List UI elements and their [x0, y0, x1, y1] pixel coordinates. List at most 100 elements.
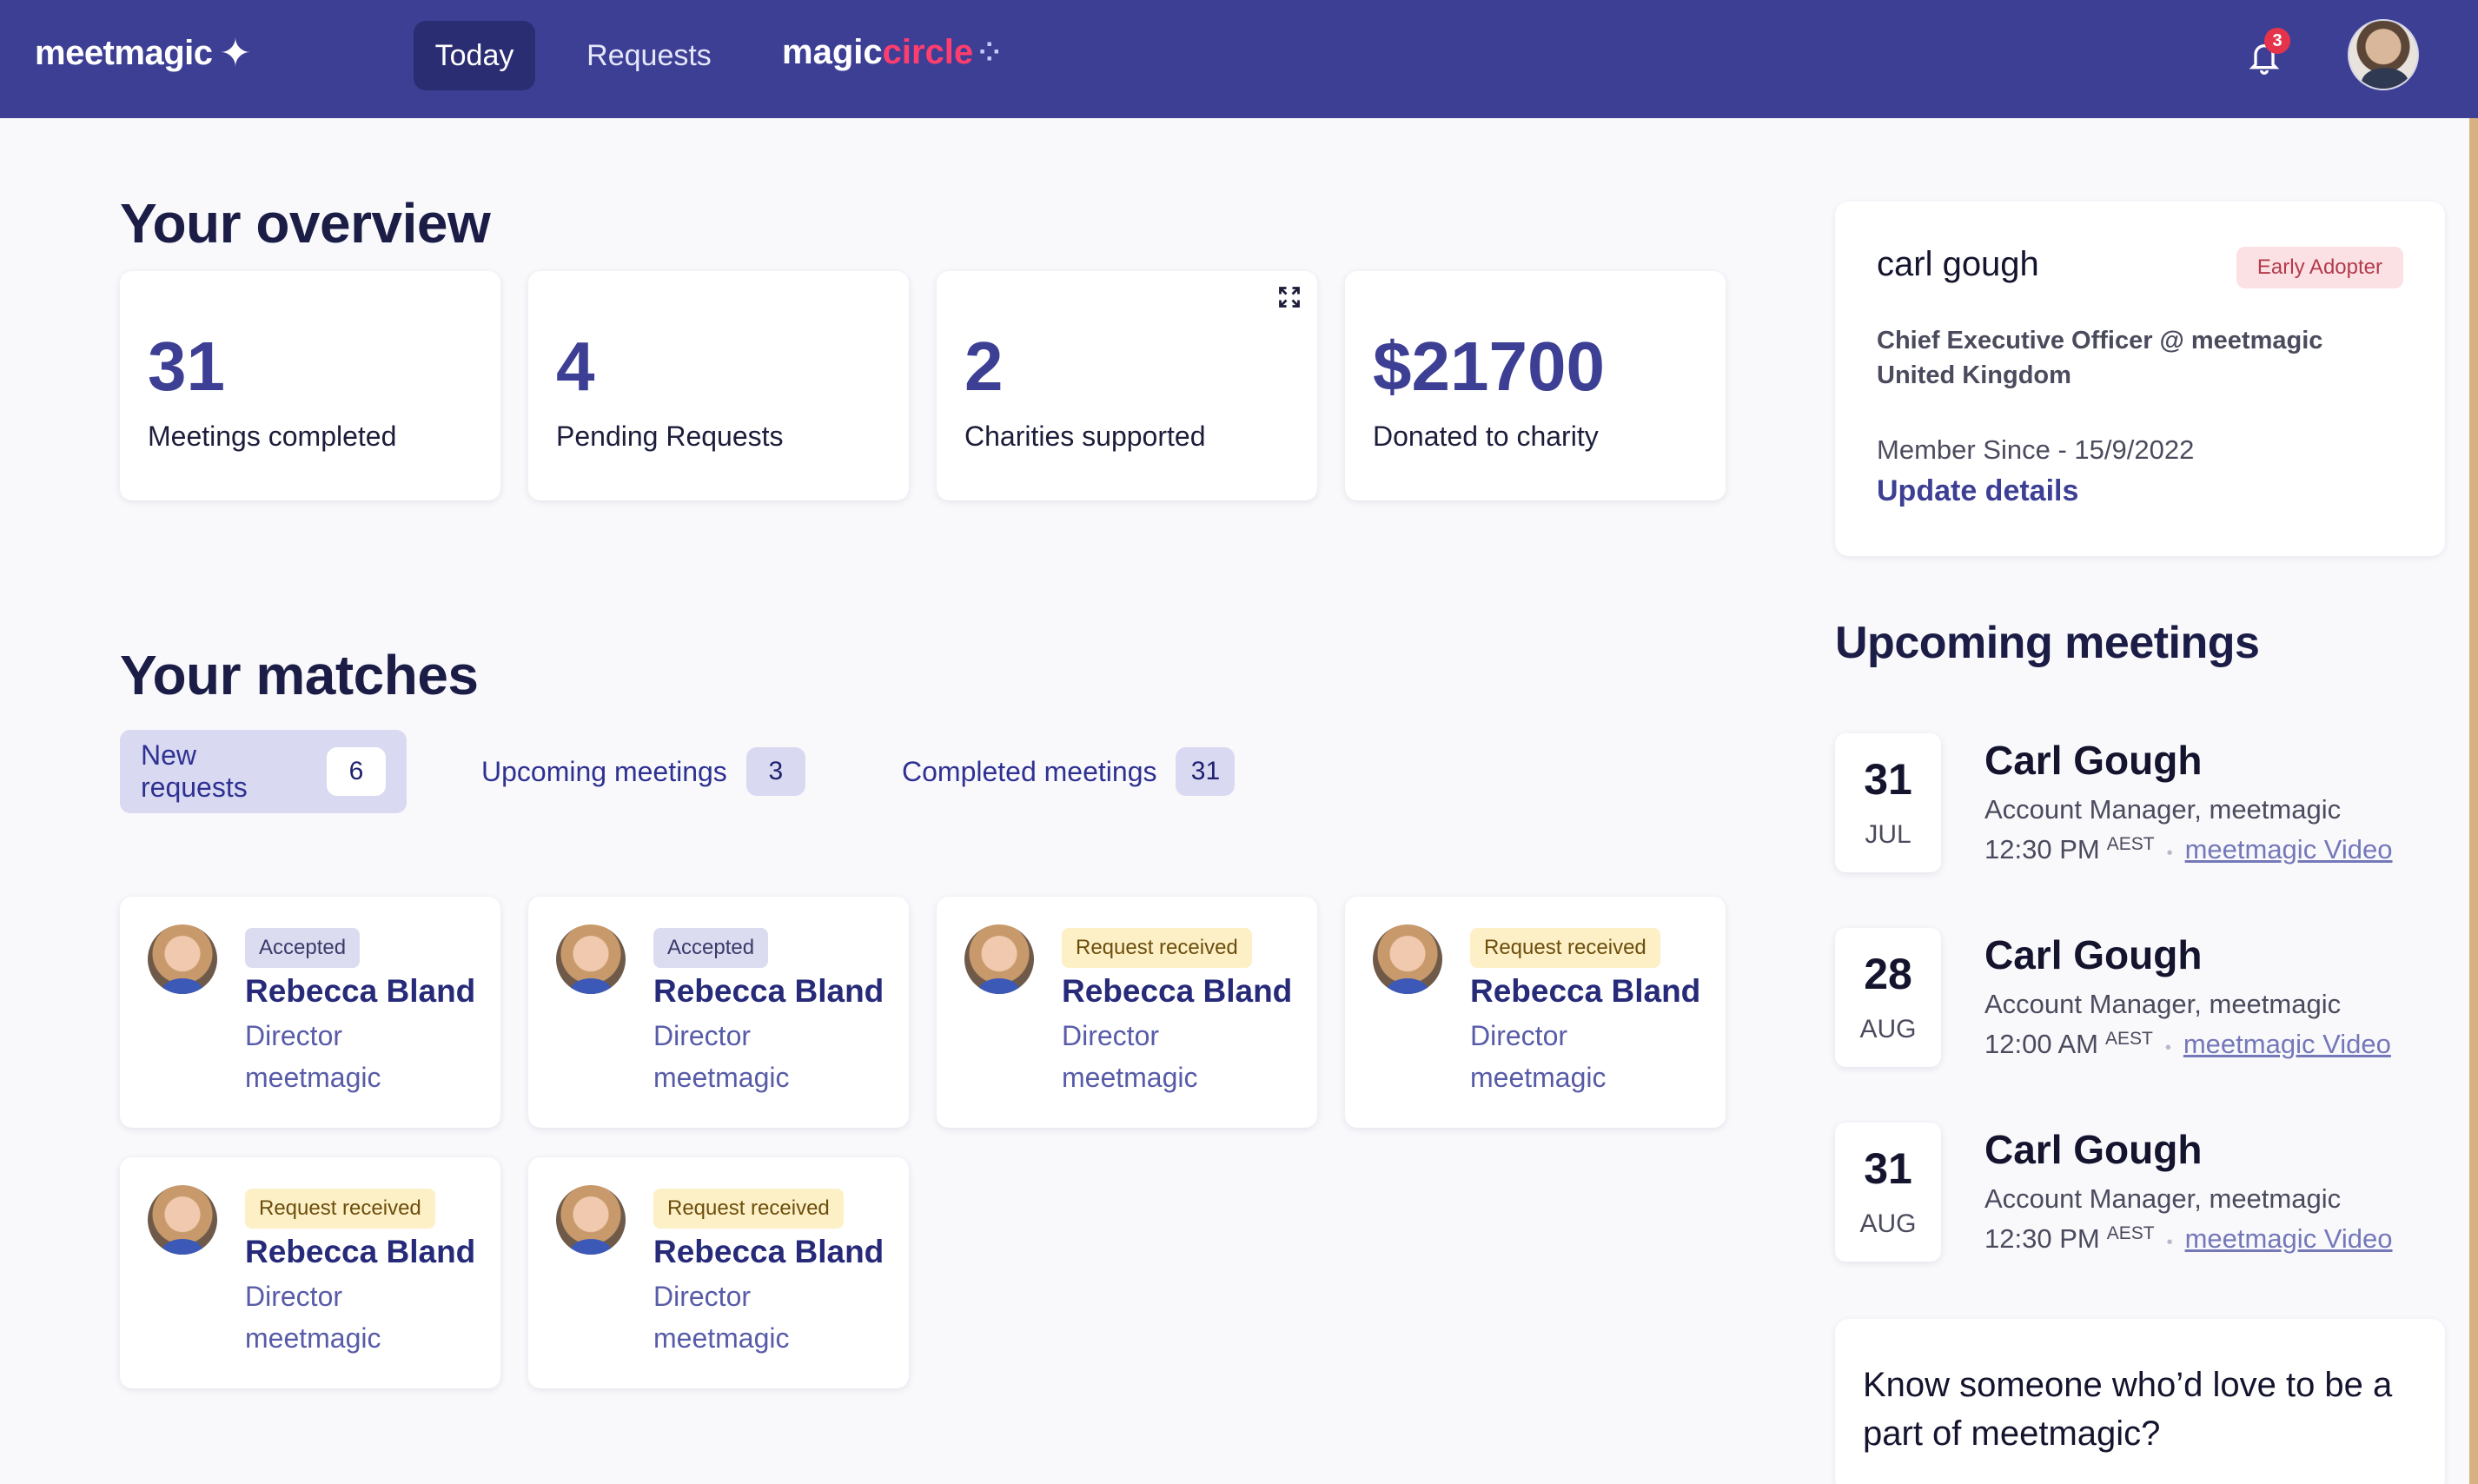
match-avatar — [1373, 924, 1442, 994]
profile-role-title: Chief Executive Officer @ meetmagic — [1877, 327, 2323, 354]
match-role: Director — [653, 1020, 752, 1051]
stat-label: Pending Requests — [556, 421, 784, 452]
match-role: Director — [1062, 1020, 1160, 1051]
match-name: Rebecca Bland — [245, 1234, 476, 1269]
meeting-time: 12:30 PM — [1984, 834, 2100, 865]
profile-name: carl gough — [1877, 245, 2039, 283]
dots-icon: ⁘ — [978, 38, 1003, 67]
tab-new-requests[interactable]: New requests 6 — [120, 730, 407, 813]
tab-upcoming-meetings[interactable]: Upcoming meetings 3 — [460, 730, 826, 813]
status-badge: Request received — [245, 1189, 435, 1229]
meeting-day: 31 — [1864, 1144, 1912, 1193]
separator-dot: • — [2166, 1233, 2173, 1252]
stat-card-charities: 2 Charities supported — [937, 271, 1317, 500]
match-avatar — [148, 1185, 217, 1255]
tab-completed-meetings[interactable]: Completed meetings 31 — [881, 730, 1256, 813]
match-company: meetmagic — [245, 1062, 381, 1093]
meeting-video-link[interactable]: meetmagic Video — [2185, 1223, 2393, 1255]
match-card[interactable]: Request received Rebecca Bland Director … — [528, 1157, 909, 1388]
meeting-timezone: AEST — [2104, 1029, 2153, 1049]
meeting-name: Carl Gough — [1984, 932, 2203, 977]
meeting-month: AUG — [1859, 1015, 1917, 1043]
match-company: meetmagic — [1470, 1062, 1607, 1093]
status-badge: Accepted — [245, 928, 361, 968]
sparkle-icon: ✦ — [219, 32, 251, 75]
stat-card-pending: 4 Pending Requests — [528, 271, 909, 500]
meeting-name: Carl Gough — [1984, 1127, 2203, 1172]
tab-count: 6 — [327, 747, 386, 796]
match-company: meetmagic — [653, 1322, 790, 1354]
meeting-video-link[interactable]: meetmagic Video — [2185, 834, 2393, 865]
status-badge: Accepted — [653, 928, 769, 968]
expand-icon[interactable] — [1277, 285, 1302, 309]
meeting-position: Account Manager, meetmagic — [1984, 1183, 2342, 1214]
invite-text: Know someone who’d love to be a part of … — [1863, 1366, 2393, 1453]
meeting-time: 12:30 PM — [1984, 1223, 2100, 1254]
match-role: Director — [245, 1020, 343, 1051]
stat-value: 31 — [148, 328, 225, 405]
match-company: meetmagic — [245, 1322, 381, 1354]
upcoming-title: Upcoming meetings — [1835, 618, 2260, 668]
meeting-position: Account Manager, meetmagic — [1984, 989, 2342, 1019]
user-avatar[interactable] — [2348, 19, 2419, 90]
stat-value: 2 — [964, 328, 1004, 405]
meetmagic-logo[interactable]: meetmagic ✦ — [35, 31, 251, 76]
match-name: Rebecca Bland — [245, 973, 476, 1009]
match-company: meetmagic — [1062, 1062, 1198, 1093]
meeting-time: 12:00 AM — [1984, 1029, 2098, 1059]
separator-dot: • — [2166, 844, 2173, 863]
meeting-item[interactable]: 28 AUG Carl Gough Account Manager, meetm… — [1835, 928, 2445, 1074]
profile-role: Chief Executive Officer @ meetmagic Unit… — [1877, 323, 2322, 393]
meeting-month: JUL — [1865, 820, 1912, 849]
member-since: Member Since - 15/9/2022 — [1877, 434, 2195, 465]
match-company: meetmagic — [653, 1062, 790, 1093]
meeting-timezone: AEST — [2106, 1223, 2155, 1243]
meeting-date: 31 AUG — [1835, 1123, 1941, 1262]
meeting-month: AUG — [1859, 1209, 1917, 1238]
match-card[interactable]: Accepted Rebecca Bland Director meetmagi… — [120, 897, 500, 1128]
stat-value: $21700 — [1373, 328, 1605, 405]
match-card[interactable]: Request received Rebecca Bland Director … — [937, 897, 1317, 1128]
nav-tab-today[interactable]: Today — [414, 21, 535, 90]
profile-location: United Kingdom — [1877, 361, 2071, 389]
top-nav: meetmagic ✦ Today Requests magic circle ⁘… — [0, 0, 2478, 118]
early-adopter-badge: Early Adopter — [2236, 247, 2403, 288]
match-card[interactable]: Request received Rebecca Bland Director … — [120, 1157, 500, 1388]
meeting-name: Carl Gough — [1984, 738, 2203, 783]
update-details-link[interactable]: Update details — [1877, 474, 2078, 508]
meeting-time-row: 12:30 PM AEST • meetmagic Video — [1984, 834, 2393, 865]
tab-label: Upcoming meetings — [481, 755, 727, 787]
status-badge: Request received — [1470, 928, 1660, 968]
nav-tab-requests[interactable]: Requests — [565, 21, 733, 90]
meeting-date: 28 AUG — [1835, 928, 1941, 1067]
meeting-date: 31 JUL — [1835, 733, 1941, 872]
match-name: Rebecca Bland — [653, 973, 885, 1009]
stat-label: Meetings completed — [148, 421, 397, 452]
tab-count: 31 — [1176, 747, 1236, 796]
match-name: Rebecca Bland — [1470, 973, 1701, 1009]
meeting-position: Account Manager, meetmagic — [1984, 794, 2342, 825]
separator-dot: • — [2164, 1038, 2171, 1057]
matches-title: Your matches — [120, 644, 479, 706]
meeting-item[interactable]: 31 JUL Carl Gough Account Manager, meetm… — [1835, 733, 2445, 879]
match-avatar — [148, 924, 217, 994]
match-avatar — [964, 924, 1034, 994]
tab-label: New requests — [141, 739, 248, 803]
magiccircle-logo-part1: magic — [782, 33, 883, 71]
meeting-time-row: 12:30 PM AEST • meetmagic Video — [1984, 1223, 2393, 1255]
magiccircle-logo[interactable]: magic circle ⁘ — [782, 33, 1002, 72]
notification-badge: 3 — [2264, 28, 2290, 54]
meeting-day: 31 — [1864, 755, 1912, 804]
window-edge — [2469, 118, 2478, 1484]
match-avatar — [556, 924, 626, 994]
invite-card[interactable]: Know someone who’d love to be a part of … — [1835, 1319, 2445, 1484]
match-name: Rebecca Bland — [1062, 973, 1293, 1009]
meeting-item[interactable]: 31 AUG Carl Gough Account Manager, meetm… — [1835, 1123, 2445, 1269]
magiccircle-logo-part2: circle — [882, 33, 974, 71]
match-card[interactable]: Accepted Rebecca Bland Director meetmagi… — [528, 897, 909, 1128]
match-role: Director — [1470, 1020, 1568, 1051]
match-card[interactable]: Request received Rebecca Bland Director … — [1345, 897, 1726, 1128]
meeting-video-link[interactable]: meetmagic Video — [2183, 1029, 2391, 1060]
status-badge: Request received — [1062, 928, 1252, 968]
status-badge: Request received — [653, 1189, 844, 1229]
